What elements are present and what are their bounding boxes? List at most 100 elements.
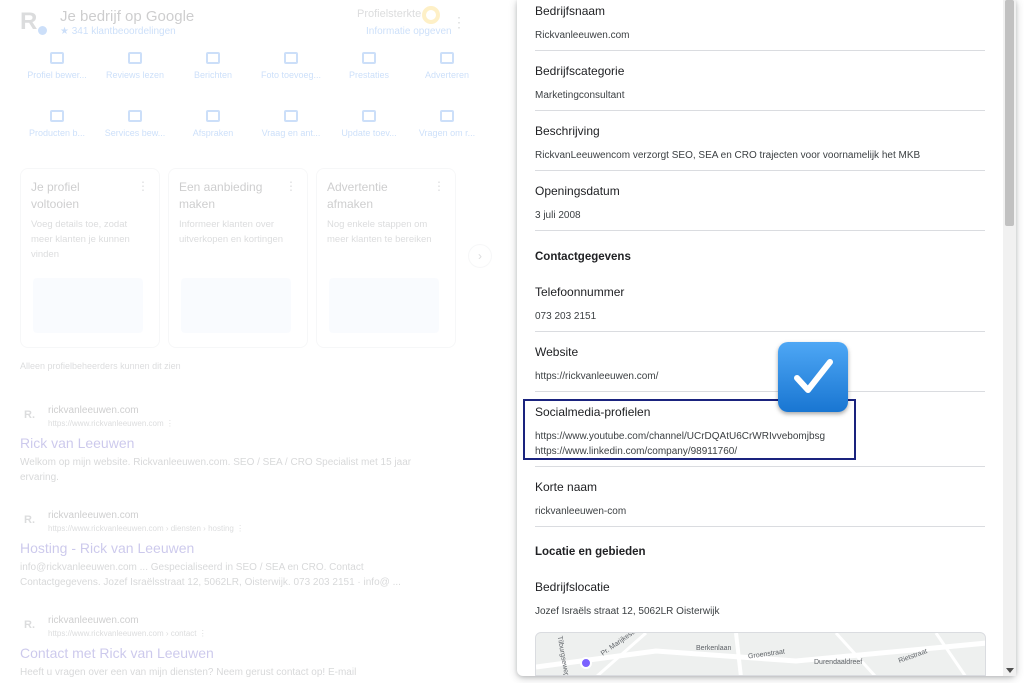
suggestion-card[interactable]: Je profiel voltooien Voeg details toe, z…	[20, 168, 160, 348]
field-description[interactable]: Beschrijving RickvanLeeuwencom verzorgt …	[535, 124, 985, 163]
action-read-reviews[interactable]: Reviews lezen	[96, 52, 174, 80]
result-title[interactable]: Contact met Rick van Leeuwen	[20, 645, 214, 661]
result-snippet: Welkom op mijn website. Rickvanleeuwen.c…	[20, 457, 412, 483]
field-label: Bedrijfslocatie	[535, 580, 610, 594]
field-value: RickvanLeeuwencom verzorgt SEO, SEA en C…	[535, 150, 921, 161]
card-text: Voeg details toe, zodat meer klanten je …	[31, 219, 130, 260]
review-icon	[128, 52, 142, 64]
card-title: Je profiel voltooien	[31, 180, 80, 211]
card-menu-icon[interactable]: ⋮	[137, 179, 149, 193]
divider	[535, 110, 985, 111]
more-options-icon[interactable]: ⋮	[452, 14, 466, 31]
action-label: Producten b...	[28, 128, 86, 138]
field-label: Bedrijfsnaam	[535, 4, 606, 18]
suggestion-card[interactable]: Een aanbieding maken Informeer klanten o…	[168, 168, 308, 348]
divider	[535, 331, 985, 332]
section-heading-contact: Contactgegevens	[535, 251, 631, 263]
profile-strength-label: Profielsterkte	[357, 8, 422, 20]
field-value: 3 juli 2008	[535, 210, 581, 221]
reviews-link[interactable]: ★ 341 klantbeoordelingen	[60, 26, 176, 37]
image-icon	[440, 110, 454, 122]
calendar-icon	[206, 110, 220, 122]
action-qa[interactable]: Vraag en ant...	[252, 110, 330, 138]
business-logo: R	[20, 8, 38, 35]
checkmark-glyph	[794, 359, 833, 393]
result-site: rickvanleeuwen.com	[48, 615, 139, 626]
action-advertise[interactable]: Adverteren	[408, 52, 486, 80]
action-label: Afspraken	[192, 128, 234, 138]
divider	[535, 230, 985, 231]
shopping-bag-icon	[50, 110, 64, 122]
message-icon	[206, 52, 220, 64]
site-favicon: R.	[24, 619, 35, 631]
card-illustration	[181, 278, 291, 333]
suggestion-cards: Je profiel voltooien Voeg details toe, z…	[20, 168, 492, 350]
action-label: Adverteren	[424, 70, 470, 80]
field-label: Korte naam	[535, 480, 598, 494]
dialog-content: Bedrijfsnaam Rickvanleeuwen.com Bedrijfs…	[517, 0, 1003, 676]
trending-icon	[440, 52, 454, 64]
action-label: Foto toevoeg...	[260, 70, 322, 80]
action-label: Reviews lezen	[105, 70, 165, 80]
action-add-photo[interactable]: Foto toevoeg...	[252, 52, 330, 80]
post-icon	[362, 110, 376, 122]
site-favicon: R.	[24, 514, 35, 526]
info-link[interactable]: Informatie opgeven	[366, 26, 452, 37]
field-short-name[interactable]: Korte naam rickvanleeuwen-com	[535, 480, 985, 519]
result-title[interactable]: Rick van Leeuwen	[20, 435, 134, 451]
result-snippet: info@rickvanleeuwen.com ... Gespecialise…	[20, 562, 401, 588]
card-title: Een aanbieding maken	[179, 180, 263, 211]
action-performance[interactable]: Prestaties	[330, 52, 408, 80]
action-label: Prestaties	[348, 70, 390, 80]
field-business-category[interactable]: Bedrijfscategorie Marketingconsultant	[535, 64, 985, 103]
card-text: Informeer klanten over uitverkopen en ko…	[179, 219, 284, 245]
field-business-name[interactable]: Bedrijfsnaam Rickvanleeuwen.com	[535, 4, 985, 43]
card-menu-icon[interactable]: ⋮	[285, 179, 297, 193]
result-url: https://www.rickvanleeuwen.com › contact…	[48, 629, 207, 638]
action-services[interactable]: Services bew...	[96, 110, 174, 138]
result-snippet: Heeft u vragen over een van mijn dienste…	[20, 667, 357, 678]
dialog-scrollbar[interactable]	[1003, 0, 1016, 676]
scrollbar-thumb[interactable]	[1005, 0, 1014, 226]
action-label: Services bew...	[104, 128, 166, 138]
location-map[interactable]: Pr. Marijkestr. Berkenlaan Groenstraat D…	[535, 632, 986, 676]
action-ask-reviews[interactable]: Vragen om r...	[408, 110, 486, 138]
field-label: Bedrijfscategorie	[535, 64, 625, 78]
action-add-update[interactable]: Update toev...	[330, 110, 408, 138]
card-illustration	[329, 278, 439, 333]
field-business-location[interactable]: Bedrijfslocatie Jozef Israëls straat 12,…	[535, 580, 985, 619]
action-row-2: Producten b... Services bew... Afspraken…	[18, 110, 488, 138]
result-title[interactable]: Hosting - Rick van Leeuwen	[20, 540, 194, 556]
card-menu-icon[interactable]: ⋮	[433, 179, 445, 193]
field-opening-date[interactable]: Openingsdatum 3 juli 2008	[535, 184, 985, 223]
photo-icon	[284, 52, 298, 64]
business-info-dialog: Bedrijfsnaam Rickvanleeuwen.com Bedrijfs…	[517, 0, 1016, 676]
field-label: Telefoonnummer	[535, 285, 625, 299]
action-products[interactable]: Producten b...	[18, 110, 96, 138]
chart-icon	[362, 52, 376, 64]
map-street-label: Durendaaldreef	[814, 659, 863, 666]
field-value: 073 203 2151	[535, 311, 597, 322]
divider	[535, 391, 985, 392]
suggestion-card[interactable]: Advertentie afmaken Nog enkele stappen o…	[316, 168, 456, 348]
card-illustration	[33, 278, 143, 333]
field-value: Jozef Israëls straat 12, 5062LR Oisterwi…	[535, 606, 720, 617]
field-website[interactable]: Website https://rickvanleeuwen.com/	[535, 345, 985, 384]
result-site: rickvanleeuwen.com	[48, 405, 139, 416]
map-pin-icon	[580, 657, 592, 669]
chevron-right-icon[interactable]: ›	[468, 244, 492, 268]
scroll-down-arrow-icon[interactable]	[1006, 668, 1014, 673]
checkmark-icon	[778, 342, 848, 412]
result-site: rickvanleeuwen.com	[48, 510, 139, 521]
verified-icon	[38, 26, 47, 35]
action-edit-profile[interactable]: Profiel bewer...	[18, 52, 96, 80]
field-label: Beschrijving	[535, 124, 600, 138]
profile-strength-icon	[422, 6, 440, 24]
map-street-label: Berkenlaan	[696, 645, 732, 652]
action-messages[interactable]: Berichten	[174, 52, 252, 80]
field-value: https://rickvanleeuwen.com/	[535, 371, 659, 382]
action-bookings[interactable]: Afspraken	[174, 110, 252, 138]
admin-note: Alleen profielbeheerders kunnen dit zien	[20, 361, 181, 371]
field-phone[interactable]: Telefoonnummer 073 203 2151	[535, 285, 985, 324]
divider	[535, 170, 985, 171]
